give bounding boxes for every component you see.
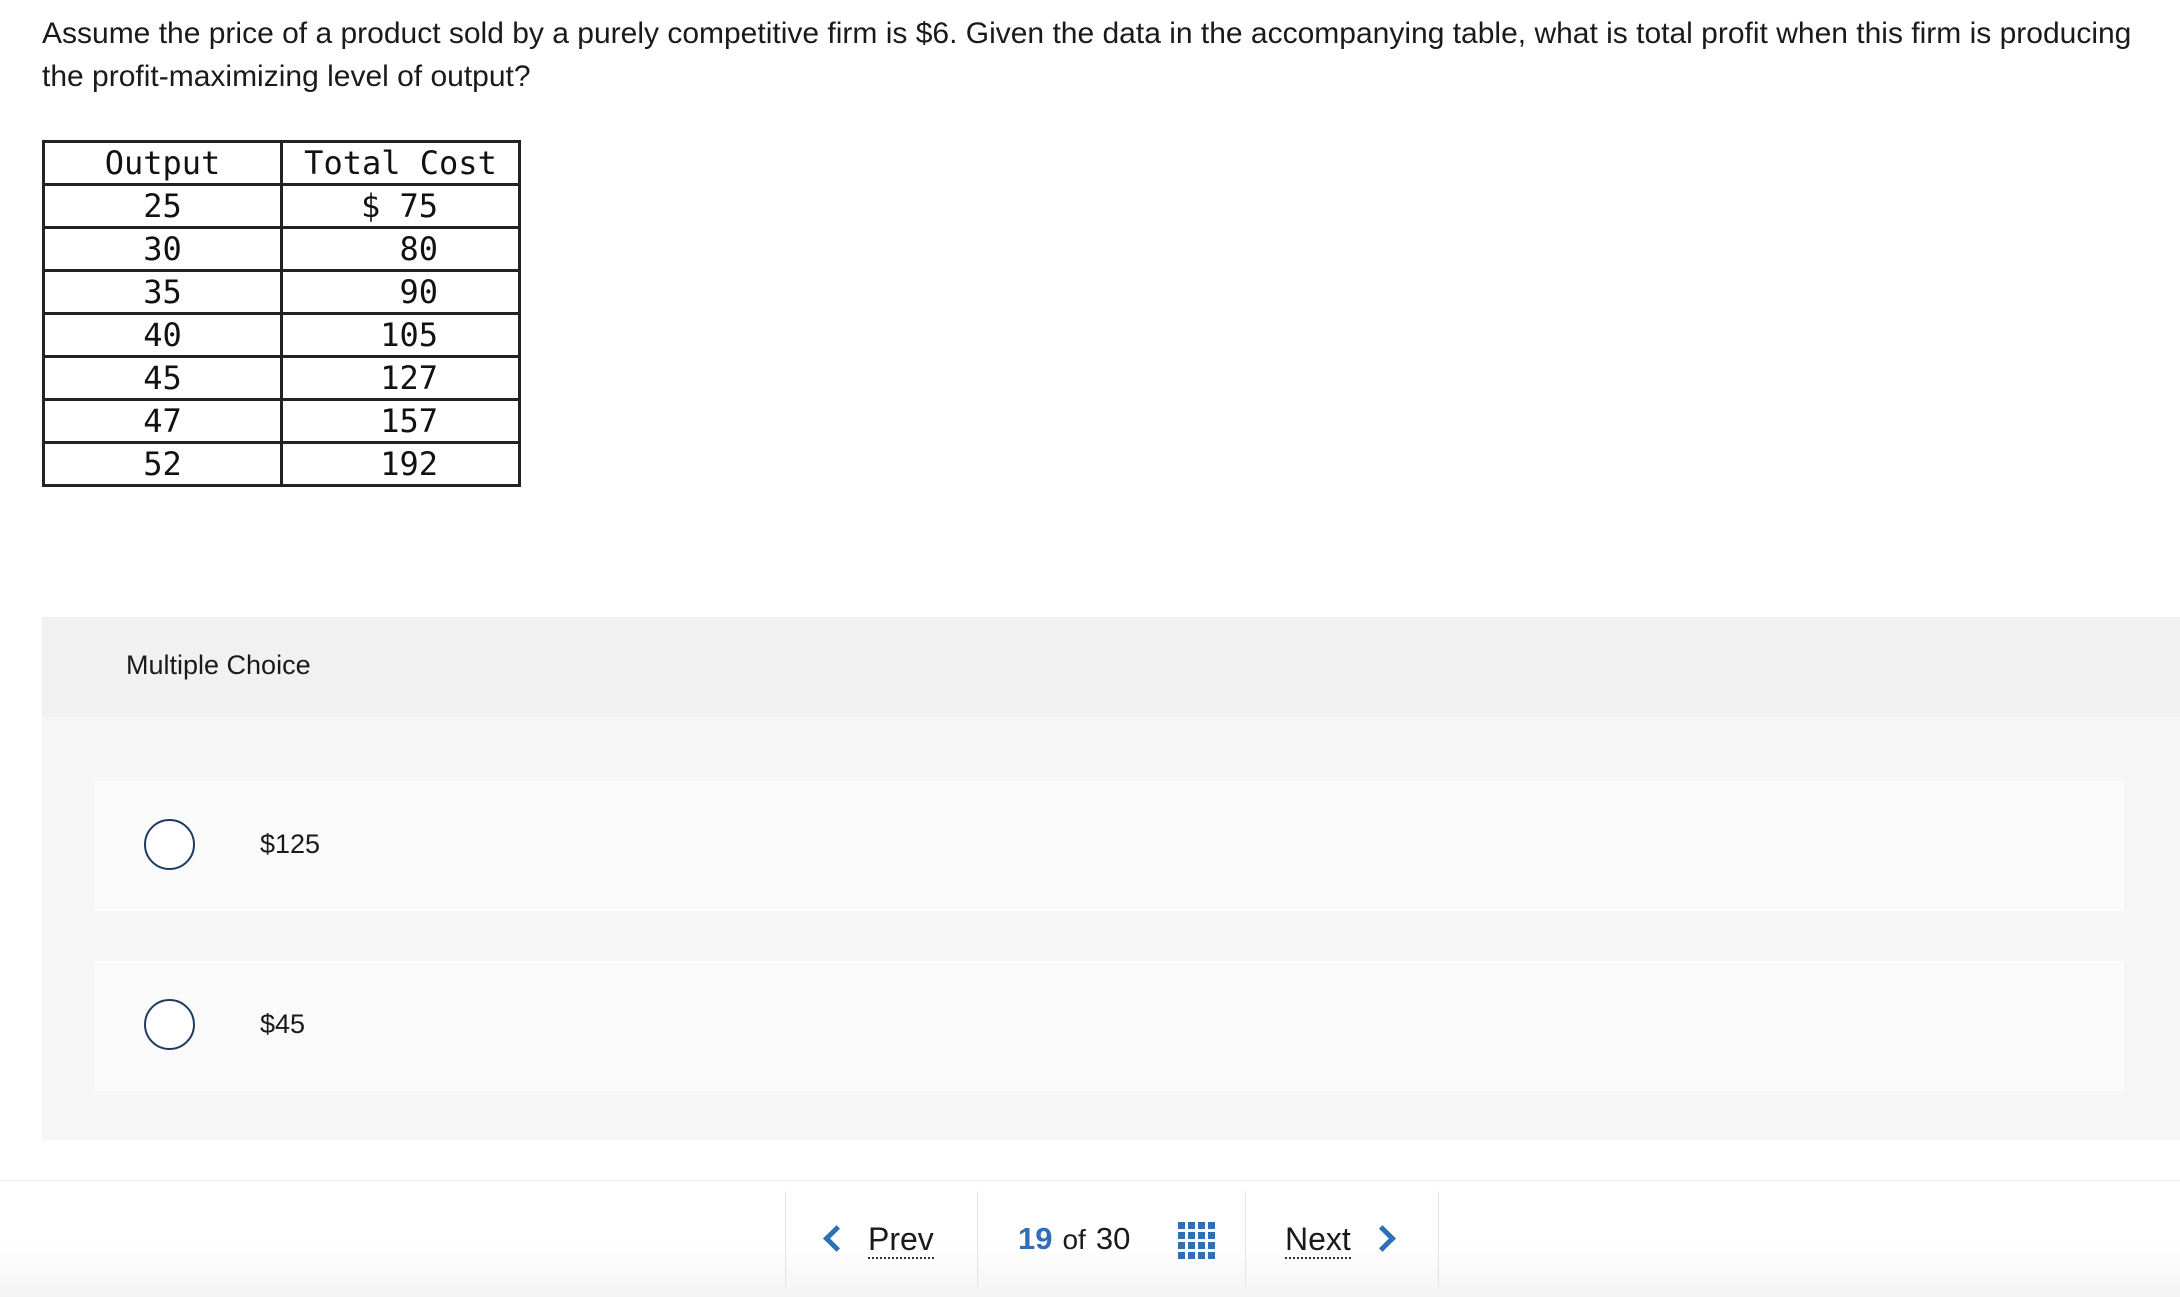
output-cell: 30 [42, 226, 283, 272]
table-row: 35 90 [42, 269, 521, 315]
prev-button[interactable]: Prev [823, 1221, 934, 1259]
column-header-output: Output [42, 140, 283, 186]
question-text: Assume the price of a product sold by a … [42, 17, 2132, 93]
pagination-bar: Prev 19 of 30 Next [0, 1180, 2180, 1297]
chevron-right-icon [1368, 1225, 1396, 1252]
multiple-choice-options: $125 $45 [42, 717, 2180, 1140]
answer-option-2[interactable]: $45 [94, 961, 2124, 1091]
next-button[interactable]: Next [1285, 1221, 1396, 1259]
total-pages: 30 [1095, 1221, 1131, 1256]
output-cell: 52 [42, 441, 283, 487]
cost-table: Output Total Cost 25 $ 75 30 80 35 90 40… [42, 140, 521, 487]
total-cost-cell: 80 [280, 226, 521, 272]
table-row: 30 80 [42, 226, 521, 272]
prev-label: Prev [868, 1221, 934, 1259]
output-cell: 40 [42, 312, 283, 358]
output-cell: 25 [42, 183, 283, 229]
answer-option-1[interactable]: $125 [94, 781, 2124, 911]
total-cost-cell: $ 75 [280, 183, 521, 229]
table-row: 52 192 [42, 441, 521, 487]
output-cell: 35 [42, 269, 283, 315]
table-header-row: Output Total Cost [42, 140, 521, 186]
chevron-left-icon [823, 1225, 850, 1252]
total-cost-cell: 90 [280, 269, 521, 315]
next-label: Next [1285, 1221, 1351, 1259]
total-cost-cell: 105 [280, 312, 521, 358]
divider [1245, 1191, 1246, 1287]
table-row: 45 127 [42, 355, 521, 401]
current-page: 19 [1018, 1221, 1053, 1256]
output-cell: 45 [42, 355, 283, 401]
table-row: 25 $ 75 [42, 183, 521, 229]
table-row: 40 105 [42, 312, 521, 358]
multiple-choice-label: Multiple Choice [126, 650, 311, 680]
column-header-total-cost: Total Cost [280, 140, 521, 186]
divider [977, 1191, 978, 1287]
divider [785, 1191, 786, 1287]
page-of-label: of [1062, 1224, 1086, 1255]
multiple-choice-header: Multiple Choice [42, 617, 2180, 717]
total-cost-cell: 192 [280, 441, 521, 487]
radio-button[interactable] [144, 999, 195, 1050]
divider [1438, 1191, 1439, 1287]
answer-option-label: $125 [260, 829, 321, 859]
output-cell: 47 [42, 398, 283, 444]
total-cost-cell: 127 [280, 355, 521, 401]
radio-button[interactable] [144, 819, 195, 870]
answer-option-label: $45 [260, 1009, 306, 1039]
table-row: 47 157 [42, 398, 521, 444]
grid-icon[interactable] [1178, 1222, 1215, 1259]
total-cost-cell: 157 [280, 398, 521, 444]
page-indicator: 19 of 30 [1018, 1221, 1130, 1257]
